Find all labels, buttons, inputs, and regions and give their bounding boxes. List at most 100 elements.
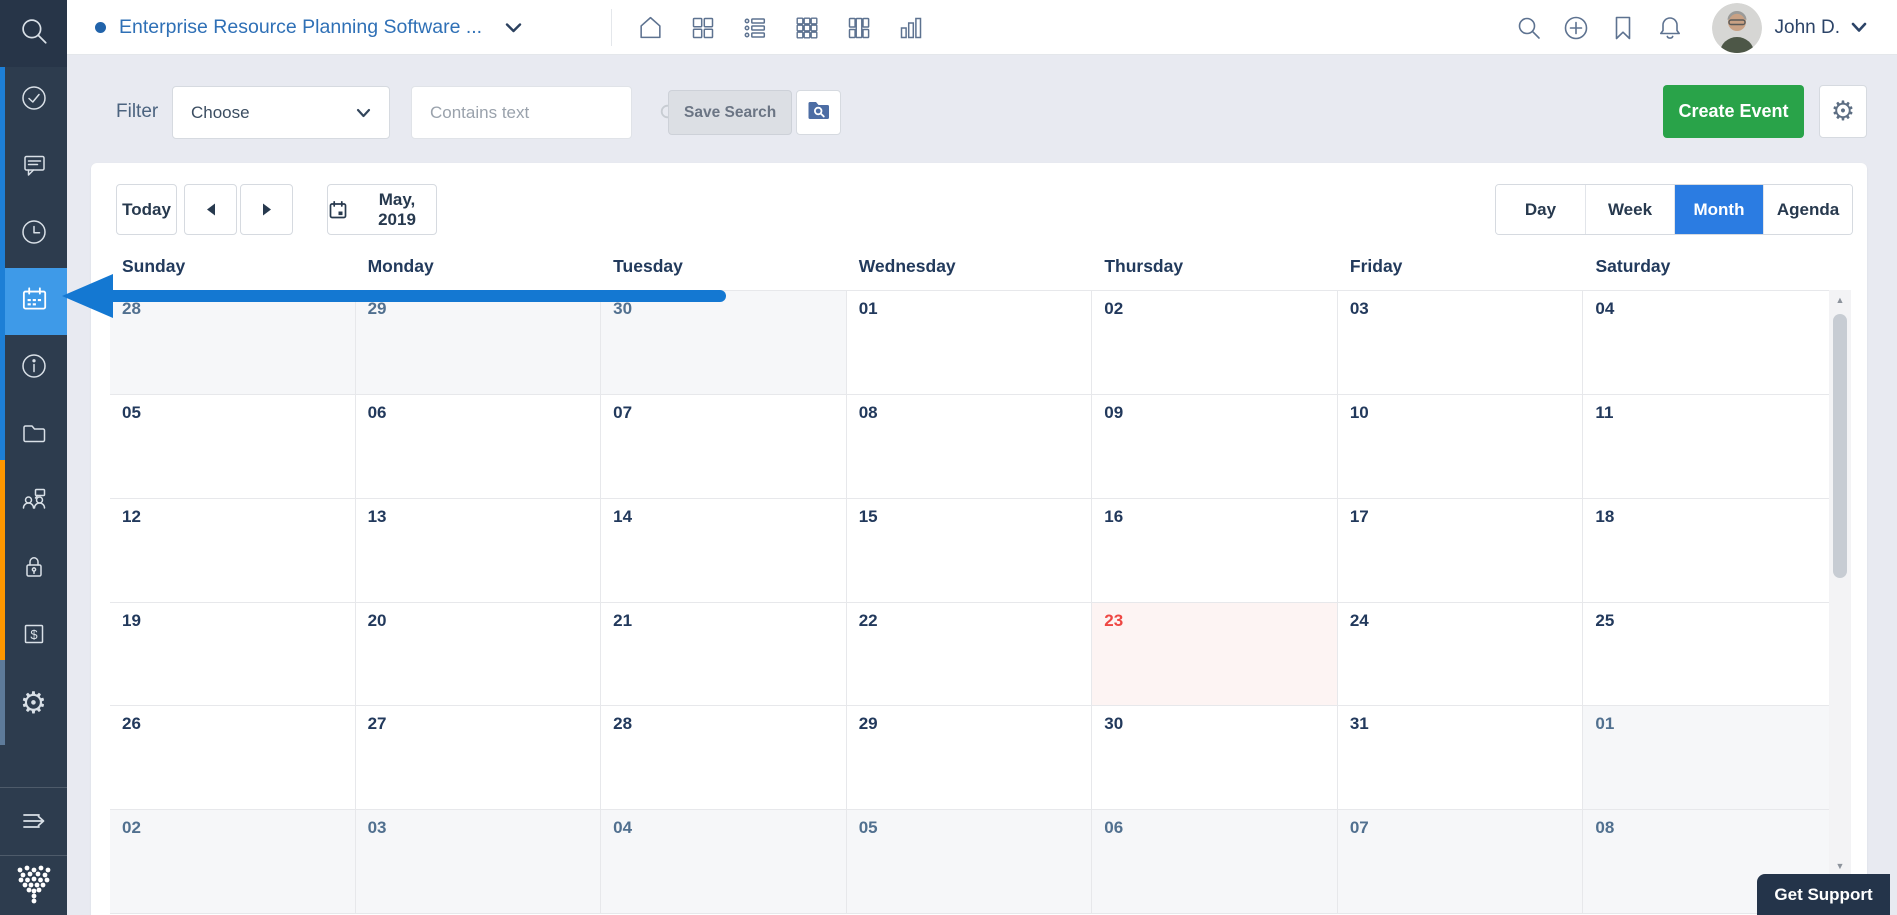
view-week-button[interactable]: Week — [1585, 185, 1674, 234]
sidebar-item-messages[interactable] — [0, 134, 67, 201]
calendar-day-cell[interactable]: 29 — [847, 706, 1093, 810]
calendar-day-cell[interactable]: 01 — [847, 291, 1093, 395]
saved-searches-button[interactable] — [796, 90, 841, 135]
notifications-bell-icon[interactable] — [1656, 14, 1684, 42]
calendar-day-cell[interactable]: 03 — [1338, 291, 1584, 395]
add-icon[interactable] — [1562, 14, 1590, 42]
contains-text-input[interactable] — [412, 87, 659, 138]
calendar-day-cell[interactable]: 07 — [1338, 810, 1584, 914]
view-switcher: DayWeekMonthAgenda — [1495, 184, 1853, 235]
view-agenda-button[interactable]: Agenda — [1763, 185, 1852, 234]
calendar-day-cell[interactable]: 30 — [1092, 706, 1338, 810]
today-button[interactable]: Today — [116, 184, 177, 235]
calendar-grid: 2829300102030405060708091011121314151617… — [110, 290, 1829, 914]
sidebar-item-history[interactable] — [0, 201, 67, 268]
next-month-button[interactable] — [240, 184, 293, 235]
calendar-day-cell[interactable]: 16 — [1092, 499, 1338, 603]
kanban-icon[interactable] — [846, 15, 872, 41]
calendar-day-cell[interactable]: 26 — [110, 706, 356, 810]
calendar-day-cell[interactable]: 21 — [601, 603, 847, 707]
calendar-day-cell[interactable]: 06 — [1092, 810, 1338, 914]
grid-2x2-icon[interactable] — [690, 15, 716, 41]
sidebar-item-documents[interactable] — [0, 402, 67, 469]
calendar-day-cell[interactable]: 10 — [1338, 395, 1584, 499]
filter-choose-select[interactable]: Choose — [172, 86, 390, 139]
vertical-scrollbar[interactable]: ▲ ▼ — [1829, 290, 1851, 914]
header-search-icon[interactable] — [1515, 14, 1543, 42]
weekday-label: Saturday — [1583, 248, 1829, 284]
calendar-day-cell[interactable]: 23 — [1092, 603, 1338, 707]
list-view-icon[interactable] — [742, 15, 768, 41]
calendar-day-cell[interactable]: 04 — [601, 810, 847, 914]
calendar-day-cell[interactable]: 18 — [1583, 499, 1829, 603]
calendar-day-cell[interactable]: 07 — [601, 395, 847, 499]
calendar-day-cell[interactable]: 19 — [110, 603, 356, 707]
calendar-day-cell[interactable]: 02 — [1092, 291, 1338, 395]
bar-chart-icon[interactable] — [898, 15, 924, 41]
period-label: May, 2019 — [358, 190, 436, 230]
chat-icon — [19, 150, 49, 185]
calendar-day-cell[interactable]: 04 — [1583, 291, 1829, 395]
calendar-day-cell[interactable]: 14 — [601, 499, 847, 603]
chevron-down-icon[interactable] — [505, 22, 522, 34]
calendar-day-cell[interactable]: 24 — [1338, 603, 1584, 707]
view-month-button[interactable]: Month — [1674, 185, 1763, 234]
calendar-day-cell[interactable]: 28 — [110, 291, 356, 395]
sidebar-item-calendar[interactable] — [0, 268, 67, 335]
sidebar-item-tasks[interactable] — [0, 67, 67, 134]
calendar-day-cell[interactable]: 12 — [110, 499, 356, 603]
calendar-day-cell[interactable]: 06 — [356, 395, 602, 499]
sidebar-item-security[interactable] — [0, 536, 67, 603]
calendar-day-cell[interactable]: 01 — [1583, 706, 1829, 810]
scroll-up-arrow[interactable]: ▲ — [1829, 290, 1851, 310]
user-name[interactable]: John D. — [1775, 17, 1840, 39]
calendar-day-cell[interactable]: 31 — [1338, 706, 1584, 810]
get-support-button[interactable]: Get Support — [1757, 874, 1890, 915]
calendar-day-cell[interactable]: 30 — [601, 291, 847, 395]
calendar-day-cell[interactable]: 05 — [847, 810, 1093, 914]
calendar-day-cell[interactable]: 05 — [110, 395, 356, 499]
calendar-day-cell[interactable]: 11 — [1583, 395, 1829, 499]
sidebar-collapse-button[interactable] — [0, 790, 67, 857]
create-event-button[interactable]: Create Event — [1663, 85, 1804, 138]
settings-button[interactable]: ⚙ — [1819, 85, 1867, 138]
app-logo[interactable] — [0, 858, 67, 915]
sidebar-item-community[interactable] — [0, 469, 67, 536]
sidebar-item-info[interactable] — [0, 335, 67, 402]
header-actions: John D. — [1496, 0, 1867, 55]
calendar-day-cell[interactable]: 02 — [110, 810, 356, 914]
calendar-day-cell[interactable]: 28 — [601, 706, 847, 810]
user-chevron-down-icon[interactable] — [1851, 22, 1867, 33]
date-picker-button[interactable]: May, 2019 — [327, 184, 437, 235]
contains-text-field — [411, 86, 632, 139]
calendar-day-cell[interactable]: 15 — [847, 499, 1093, 603]
app-switcher[interactable]: Enterprise Resource Planning Software ..… — [95, 0, 522, 55]
sidebar-item-settings[interactable]: ⚙ — [0, 670, 67, 737]
avatar[interactable] — [1712, 3, 1762, 53]
weekday-label: Friday — [1338, 248, 1584, 284]
bookmark-icon[interactable] — [1609, 14, 1637, 42]
calendar-day-cell[interactable]: 08 — [847, 395, 1093, 499]
grid-3x3-icon[interactable] — [794, 15, 820, 41]
calendar-day-cell[interactable]: 17 — [1338, 499, 1584, 603]
sidebar-item-billing[interactable]: $ — [0, 603, 67, 670]
scrollbar-thumb[interactable] — [1833, 314, 1847, 578]
calendar-day-cell[interactable]: 29 — [356, 291, 602, 395]
calendar-day-cell[interactable]: 27 — [356, 706, 602, 810]
scroll-down-arrow[interactable]: ▼ — [1829, 856, 1851, 876]
view-day-button[interactable]: Day — [1496, 185, 1585, 234]
calendar-day-cell[interactable]: 13 — [356, 499, 602, 603]
sidebar-item-search[interactable] — [0, 0, 67, 67]
collapse-arrow-icon — [18, 805, 50, 842]
home-icon[interactable] — [637, 14, 664, 41]
prev-month-button[interactable] — [184, 184, 237, 235]
weekday-label: Thursday — [1092, 248, 1338, 284]
save-search-button[interactable]: Save Search — [668, 90, 792, 135]
calendar-day-cell[interactable]: 22 — [847, 603, 1093, 707]
calendar-day-cell[interactable]: 03 — [356, 810, 602, 914]
calendar-day-cell[interactable]: 25 — [1583, 603, 1829, 707]
dollar-icon: $ — [19, 619, 49, 654]
select-chevron-down-icon — [356, 108, 371, 118]
calendar-day-cell[interactable]: 20 — [356, 603, 602, 707]
calendar-day-cell[interactable]: 09 — [1092, 395, 1338, 499]
